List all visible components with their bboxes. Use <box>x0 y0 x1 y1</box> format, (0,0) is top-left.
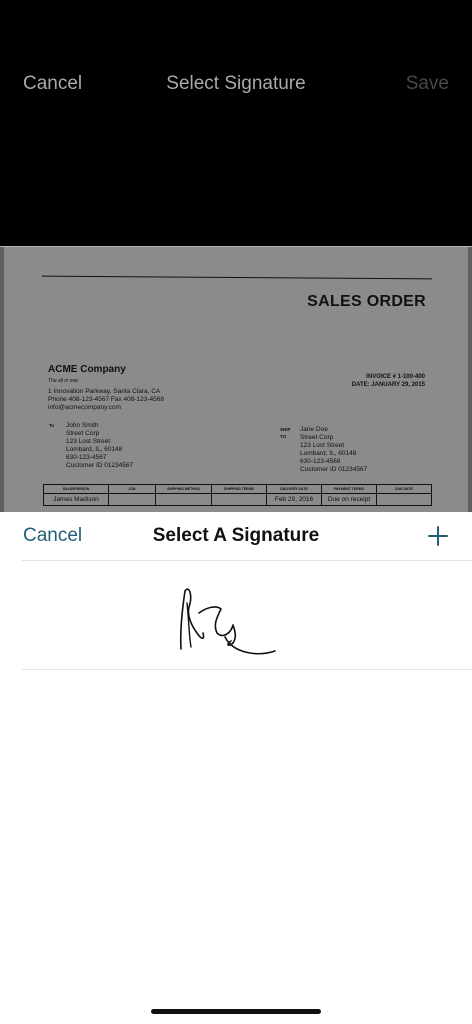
ship-line: Jane Doe <box>300 426 328 433</box>
signature-sheet: Cancel Select A Signature <box>0 512 472 1024</box>
ship-line: Customer ID 01234567 <box>300 466 368 473</box>
table-header-row: SALESPERSON JOB SHIPPING METHOD SHIPPING… <box>43 484 432 494</box>
to-line: 123 Lost Street <box>66 438 111 445</box>
scan-edge-left <box>0 247 4 513</box>
to-line: Customer ID 01234567 <box>66 462 134 469</box>
table-cell: James Madison <box>43 493 109 506</box>
plus-icon[interactable] <box>428 526 448 546</box>
to-line: John Smith <box>66 422 99 429</box>
company-name: ACME Company <box>48 364 126 375</box>
table-row: James Madison Feb 29, 2016 Due on receip… <box>43 493 432 506</box>
company-tagline: The all in one <box>48 378 79 384</box>
invoice-date: DATE: JANUARY 29, 2015 <box>351 382 425 388</box>
table-cell <box>376 493 432 506</box>
table-header-cell: PAYMENT TERMS <box>321 484 377 494</box>
table-header-cell: SHIPPING TERMS <box>211 484 267 494</box>
document-title: SALES ORDER <box>307 293 426 310</box>
signature-divider <box>22 669 472 670</box>
top-save-button[interactable]: Save <box>406 72 449 96</box>
ship-line: 123 Lost Street <box>300 442 345 449</box>
document-rule <box>42 275 432 280</box>
table-header-cell: DUE DATE <box>376 484 432 494</box>
signature-icon <box>179 588 276 655</box>
scan-edge-right <box>468 247 472 513</box>
table-cell <box>155 493 212 506</box>
signature-list-item[interactable] <box>22 561 472 669</box>
ship-line: Street Corp <box>300 434 334 441</box>
sheet-title: Select A Signature <box>152 525 320 546</box>
table-cell <box>108 493 156 506</box>
ship-line: 630-123-4568 <box>300 458 341 465</box>
order-table: SALESPERSON JOB SHIPPING METHOD SHIPPING… <box>43 484 432 506</box>
table-header-cell: DELIVERY DATE <box>266 484 322 494</box>
ship-line: Lombard, IL, 60148 <box>300 450 357 457</box>
to-line: Street Corp <box>66 430 100 437</box>
ship-label: SHIP <box>280 427 291 432</box>
sheet-header: Cancel Select A Signature <box>0 512 472 560</box>
table-cell: Feb 29, 2016 <box>266 493 322 506</box>
ship-to-label: TO <box>280 434 287 439</box>
table-cell: Due on receipt <box>321 493 377 506</box>
company-phone: Phone 408-123-4567 Fax 408-123-4568 <box>48 396 165 403</box>
table-header-cell: SALESPERSON <box>43 484 109 494</box>
to-line: Lombard, IL, 60148 <box>66 446 123 453</box>
table-header-cell: SHIPPING METHOD <box>155 484 212 494</box>
to-label: To <box>49 423 55 428</box>
company-email: info@acmecompany.com <box>48 404 121 411</box>
home-indicator[interactable] <box>151 1009 321 1014</box>
top-title: Select Signature <box>166 73 306 94</box>
invoice-number: INVOICE # 1-100-400 <box>366 374 425 380</box>
table-cell <box>211 493 267 506</box>
document-preview: SALES ORDER ACME Company The all in one … <box>0 246 472 513</box>
top-navigation-bar: Cancel Select Signature Save <box>0 0 472 246</box>
company-address: 1 Innovation Parkway, Santa Clara, CA <box>48 388 161 395</box>
to-line: 630-123-4567 <box>66 454 107 461</box>
table-header-cell: JOB <box>108 484 156 494</box>
